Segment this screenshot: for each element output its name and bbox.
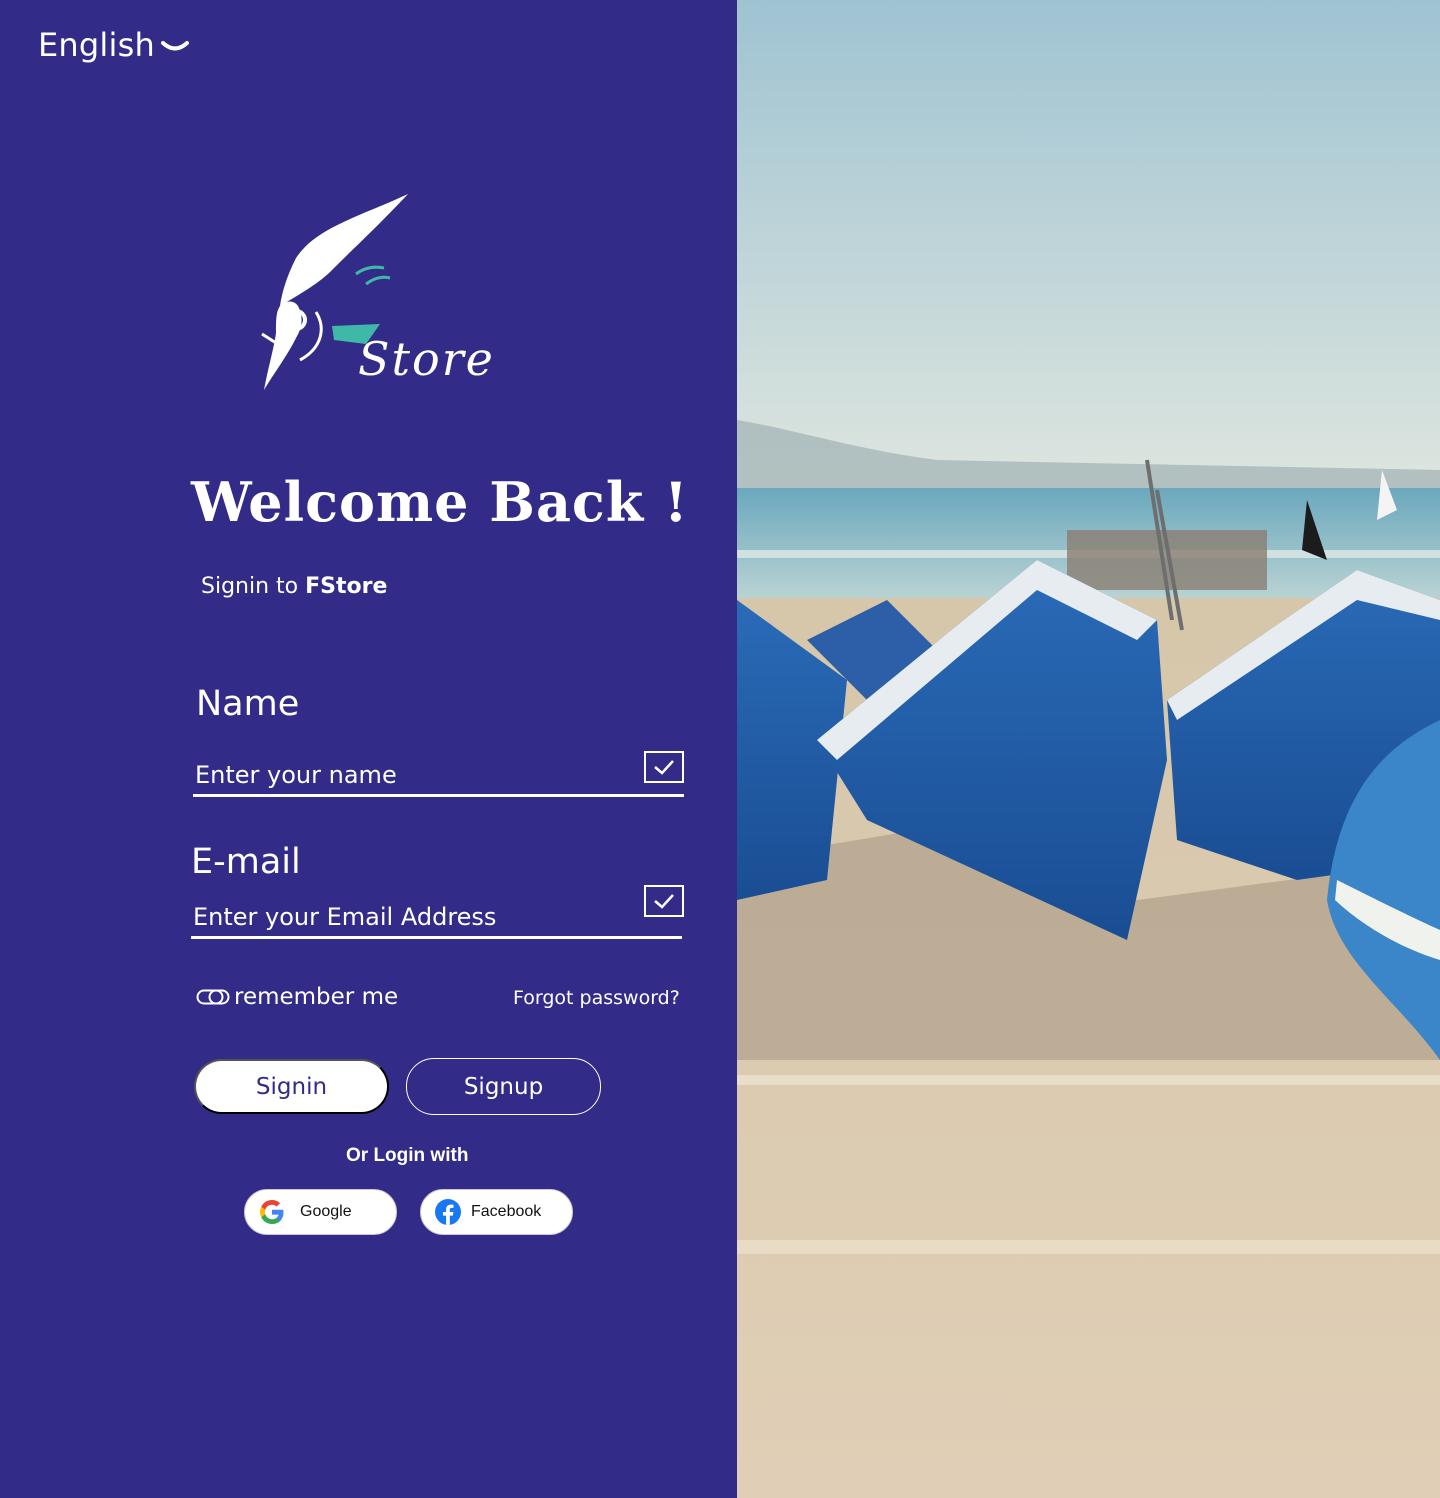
subtitle-brand: FStore: [305, 574, 388, 599]
name-valid-checkbox[interactable]: [644, 751, 684, 783]
chevron-down-icon: [160, 41, 189, 51]
facebook-login-button[interactable]: Facebook: [420, 1189, 573, 1235]
name-field-wrapper: [193, 756, 684, 797]
page-subtitle: Signin to FStore: [201, 574, 387, 599]
forgot-password-link[interactable]: Forgot password?: [513, 987, 680, 1009]
google-login-button[interactable]: Google: [244, 1189, 397, 1235]
subtitle-prefix: Signin to: [201, 574, 306, 599]
email-label: E-mail: [191, 842, 301, 882]
brand-wordmark: Store: [358, 332, 495, 386]
page-title: Welcome Back !: [191, 470, 689, 534]
toggle-icon: [196, 989, 230, 1005]
signin-button[interactable]: Signin: [194, 1059, 389, 1114]
language-selector[interactable]: English: [38, 26, 189, 64]
name-label: Name: [196, 684, 300, 724]
google-label: Google: [300, 1203, 352, 1220]
facebook-icon: [435, 1199, 461, 1225]
remember-me-toggle[interactable]: remember me: [196, 984, 398, 1010]
beach-boats-photo: [737, 0, 1440, 1498]
facebook-label: Facebook: [471, 1203, 542, 1220]
email-input[interactable]: [191, 898, 631, 936]
or-login-with-label: Or Login with: [346, 1145, 469, 1166]
email-field-wrapper: [191, 898, 682, 939]
language-label: English: [38, 26, 155, 64]
google-icon: [260, 1200, 284, 1224]
check-icon: [654, 760, 674, 775]
signup-button[interactable]: Signup: [406, 1058, 601, 1115]
check-icon: [654, 894, 674, 909]
email-valid-checkbox[interactable]: [644, 885, 684, 917]
name-input[interactable]: [193, 756, 633, 794]
login-panel: English Store Welcome Back ! Signin to F…: [0, 0, 737, 1498]
remember-me-label: remember me: [234, 984, 399, 1010]
hero-image: [737, 0, 1440, 1498]
